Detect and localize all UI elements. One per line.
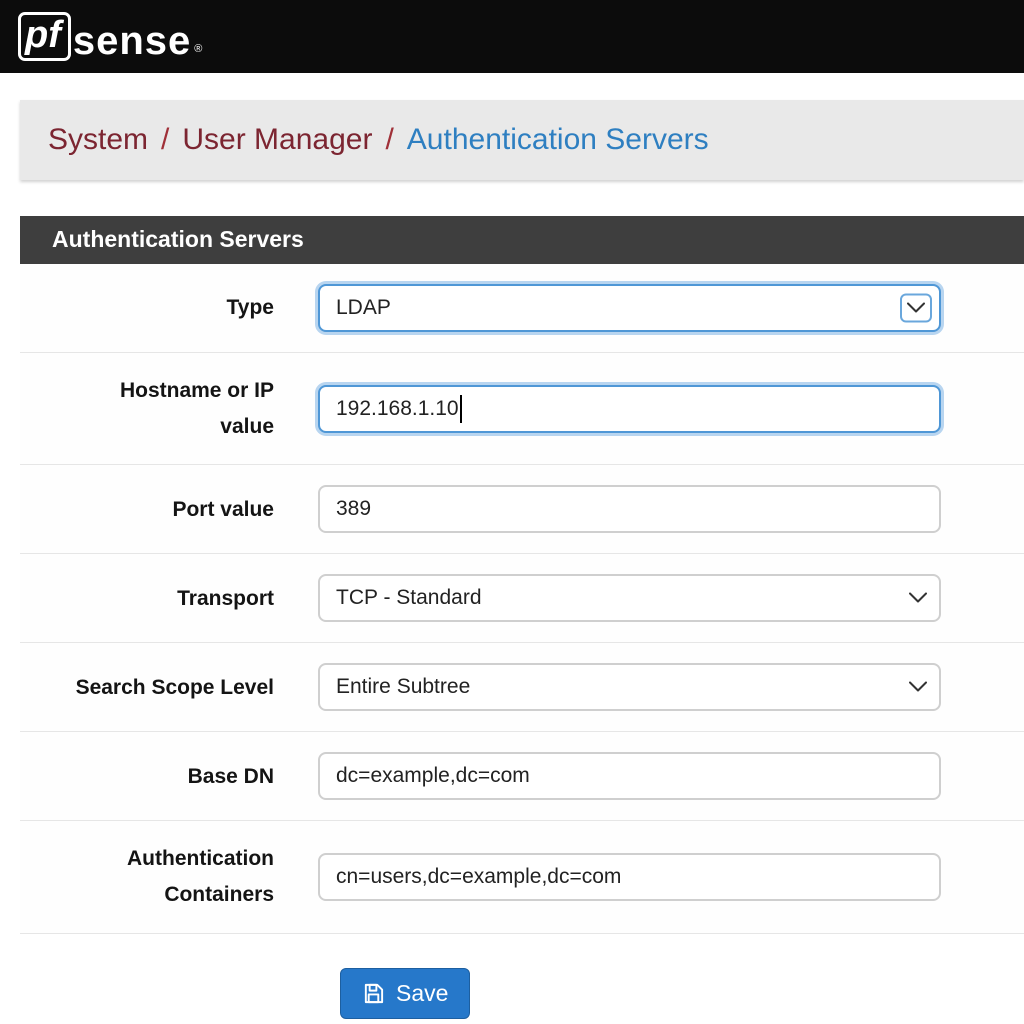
save-row: Save [20, 934, 1024, 1019]
save-button[interactable]: Save [340, 968, 470, 1019]
field-label-wrap: Transport [20, 581, 318, 617]
form-row: Search Scope Level Entire Subtree [20, 643, 1024, 732]
form-row: Port value 389 [20, 465, 1024, 554]
field-label-wrap: Hostname or IP value [20, 373, 318, 444]
field-label: Authentication Containers [64, 841, 318, 912]
panel-title: Authentication Servers [20, 216, 1024, 264]
field-value: TCP - Standard [336, 586, 482, 610]
type-select[interactable]: LDAP [318, 284, 941, 332]
field-label: Type [64, 290, 318, 326]
field-label: Search Scope Level [64, 670, 318, 706]
search-scope-select[interactable]: Entire Subtree [318, 663, 941, 711]
field-label-wrap: Port value [20, 492, 318, 528]
field-value: cn=users,dc=example,dc=com [336, 865, 621, 889]
port-input[interactable]: 389 [318, 485, 941, 533]
hostname-input[interactable]: 192.168.1.10 [318, 385, 941, 433]
field-value: 192.168.1.10 [336, 397, 459, 421]
text-cursor [460, 395, 462, 423]
field-label: Port value [64, 492, 318, 528]
pfsense-logo[interactable]: pf sense ® [18, 12, 202, 62]
breadcrumb-separator: / [385, 123, 393, 157]
field-label: Base DN [64, 759, 318, 795]
field-label: Hostname or IP value [64, 373, 318, 444]
transport-select[interactable]: TCP - Standard [318, 574, 941, 622]
form-rows: Type LDAP Hostname or IP value 192.168.1… [20, 264, 1024, 934]
field-value: LDAP [336, 296, 391, 320]
chevron-down-icon [909, 593, 927, 604]
field-label-wrap: Base DN [20, 759, 318, 795]
form-row: Transport TCP - Standard [20, 554, 1024, 643]
form-row: Type LDAP [20, 264, 1024, 353]
logo-sense: sense [73, 21, 191, 61]
chevron-down-icon [900, 294, 932, 323]
field-label: Transport [64, 581, 318, 617]
field-label-wrap: Search Scope Level [20, 670, 318, 706]
breadcrumb-separator: / [161, 123, 169, 157]
field-value: dc=example,dc=com [336, 764, 530, 788]
save-icon [362, 982, 385, 1005]
form-row: Base DN dc=example,dc=com [20, 732, 1024, 821]
form-row: Hostname or IP value 192.168.1.10 [20, 353, 1024, 465]
field-label-wrap: Type [20, 290, 318, 326]
save-button-label: Save [396, 980, 448, 1007]
registered-mark: ® [194, 43, 202, 55]
auth-containers-input[interactable]: cn=users,dc=example,dc=com [318, 853, 941, 901]
authentication-servers-panel: Authentication Servers Type LDAP Hostnam… [20, 216, 1024, 1019]
base-dn-input[interactable]: dc=example,dc=com [318, 752, 941, 800]
breadcrumb-user-manager[interactable]: User Manager [182, 123, 372, 157]
breadcrumb: System / User Manager / Authentication S… [20, 100, 1024, 180]
top-bar: pf sense ® [0, 0, 1024, 73]
field-value: 389 [336, 497, 371, 521]
breadcrumb-authentication-servers: Authentication Servers [407, 123, 709, 157]
field-value: Entire Subtree [336, 675, 470, 699]
form-row: Authentication Containers cn=users,dc=ex… [20, 821, 1024, 933]
breadcrumb-system[interactable]: System [48, 123, 148, 157]
logo-pf: pf [18, 12, 71, 62]
chevron-down-icon [909, 682, 927, 693]
field-label-wrap: Authentication Containers [20, 841, 318, 912]
